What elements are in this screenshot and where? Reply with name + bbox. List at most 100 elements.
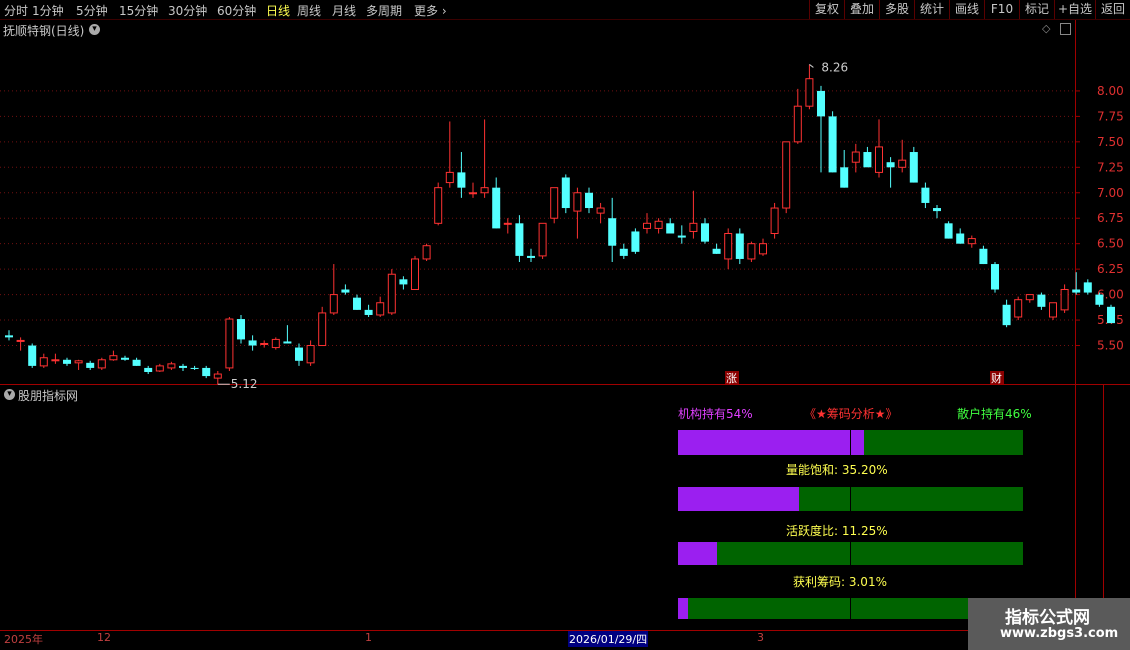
indicator-panel-title: 股朋指标网 [18,389,79,403]
stock-title: 抚顺特钢(日线) [3,24,85,38]
add-watchlist-button[interactable]: +自选 [1054,0,1095,19]
period-5min[interactable]: 5分钟 [76,2,108,19]
candle-body [51,359,60,362]
institution-holding-label: 机构持有54% [678,407,753,421]
candle-body [86,362,95,368]
candle-body [793,105,802,143]
candle-body [909,152,918,183]
draw-button[interactable]: 画线 [949,0,984,19]
candle-body [341,289,350,293]
watermark-title: 指标公式网 [1005,608,1090,628]
retail-holding-label: 散户持有46% [957,407,1032,421]
high-pointer [809,64,814,68]
candle-body [469,192,477,195]
stats-button[interactable]: 统计 [914,0,949,19]
period-monthly[interactable]: 月线 [332,2,356,19]
candle-body [271,338,280,349]
candle-body [619,248,628,256]
candle-body [283,341,292,344]
candle-body [967,238,976,245]
period-1min[interactable]: 1分钟 [32,2,64,19]
candle-body [527,255,535,258]
y-tick-label: 7.00 [1097,186,1124,200]
candle-body [643,222,651,229]
back-button[interactable]: 返回 [1095,0,1130,19]
candle-body [979,248,988,265]
candle-body [5,335,13,338]
x-label-jan: 1 [365,631,372,644]
period-30min[interactable]: 30分钟 [168,2,207,19]
candle-body [213,373,222,379]
mark-button[interactable]: 标记 [1019,0,1054,19]
candle-body [782,141,791,209]
cursor-date-label: 2026/01/29/四 [568,631,649,647]
candle-body [248,340,257,346]
panel-toggle-icon[interactable] [1060,23,1071,35]
period-15min[interactable]: 15分钟 [119,2,158,19]
candle-body [573,192,582,212]
candle-body [16,339,25,342]
y-tick-label: 7.50 [1097,135,1124,149]
overlay-button[interactable]: 叠加 [844,0,879,19]
candle-body [387,273,396,314]
chevron-right-icon: › [438,4,447,18]
y-tick-label: 8.00 [1097,84,1124,98]
f10-button[interactable]: F10 [984,0,1019,19]
y-tick-label: 6.25 [1097,262,1124,276]
high-price-label: 8.26 [821,60,848,74]
candle-body [724,232,733,260]
y-tick-label: 5.50 [1097,339,1124,353]
candle-body [666,223,675,234]
candle-body [851,151,860,163]
candle-body [817,90,825,117]
multi-stock-button[interactable]: 多股 [879,0,914,19]
candle-body [237,319,245,340]
fuquan-button[interactable]: 复权 [809,0,844,19]
candle-body [190,367,199,369]
candle-body [97,359,106,369]
period-toolbar: 分时 1分钟 5分钟 15分钟 30分钟 60分钟 日线 周线 月线 多周期 更… [0,0,1130,20]
candle-body [770,207,779,234]
y-tick-label: 7.25 [1097,160,1124,174]
candle-body [1083,282,1092,293]
candle-body [225,318,234,369]
candle-body [991,264,999,290]
chevron-down-icon[interactable]: ▾ [4,389,15,400]
holding-ratio-bar [678,430,1023,455]
candle-body [701,223,709,242]
candle-body [1037,294,1046,307]
x-label-year: 2025年 [4,633,43,646]
period-more[interactable]: 更多 › [414,2,447,19]
candle-body [875,146,883,173]
candle-body [886,162,895,168]
period-weekly[interactable]: 周线 [297,2,321,19]
candle-body [155,365,164,372]
period-60min[interactable]: 60分钟 [217,2,256,19]
candle-body [295,347,303,361]
diamond-icon[interactable]: ◇ [1042,22,1050,35]
candle-body [677,235,686,238]
candle-body [74,360,83,364]
candle-body [956,233,965,244]
period-multi[interactable]: 多周期 [366,2,402,19]
chevron-down-icon[interactable]: ▾ [89,24,100,35]
candle-body [585,192,593,209]
candle-body [921,187,930,203]
candle-body [121,357,129,360]
period-daily[interactable]: 日线 [266,2,290,19]
y-tick-label: 7.75 [1097,109,1124,123]
candle-body [944,223,953,239]
candle-body [747,243,756,260]
candle-body [399,279,408,285]
activity-ratio-label: 活跃度比: 11.25% [786,524,888,538]
candle-body [863,152,872,168]
candle-body [109,355,118,361]
candle-body [840,167,849,188]
y-tick-label: 6.75 [1097,211,1124,225]
candle-body [631,231,640,252]
event-marker-label: 涨 [726,372,737,385]
period-fenshi[interactable]: 分时 [4,2,28,19]
candle-body [306,345,315,364]
candle-body [260,342,269,345]
candle-body [503,222,512,225]
